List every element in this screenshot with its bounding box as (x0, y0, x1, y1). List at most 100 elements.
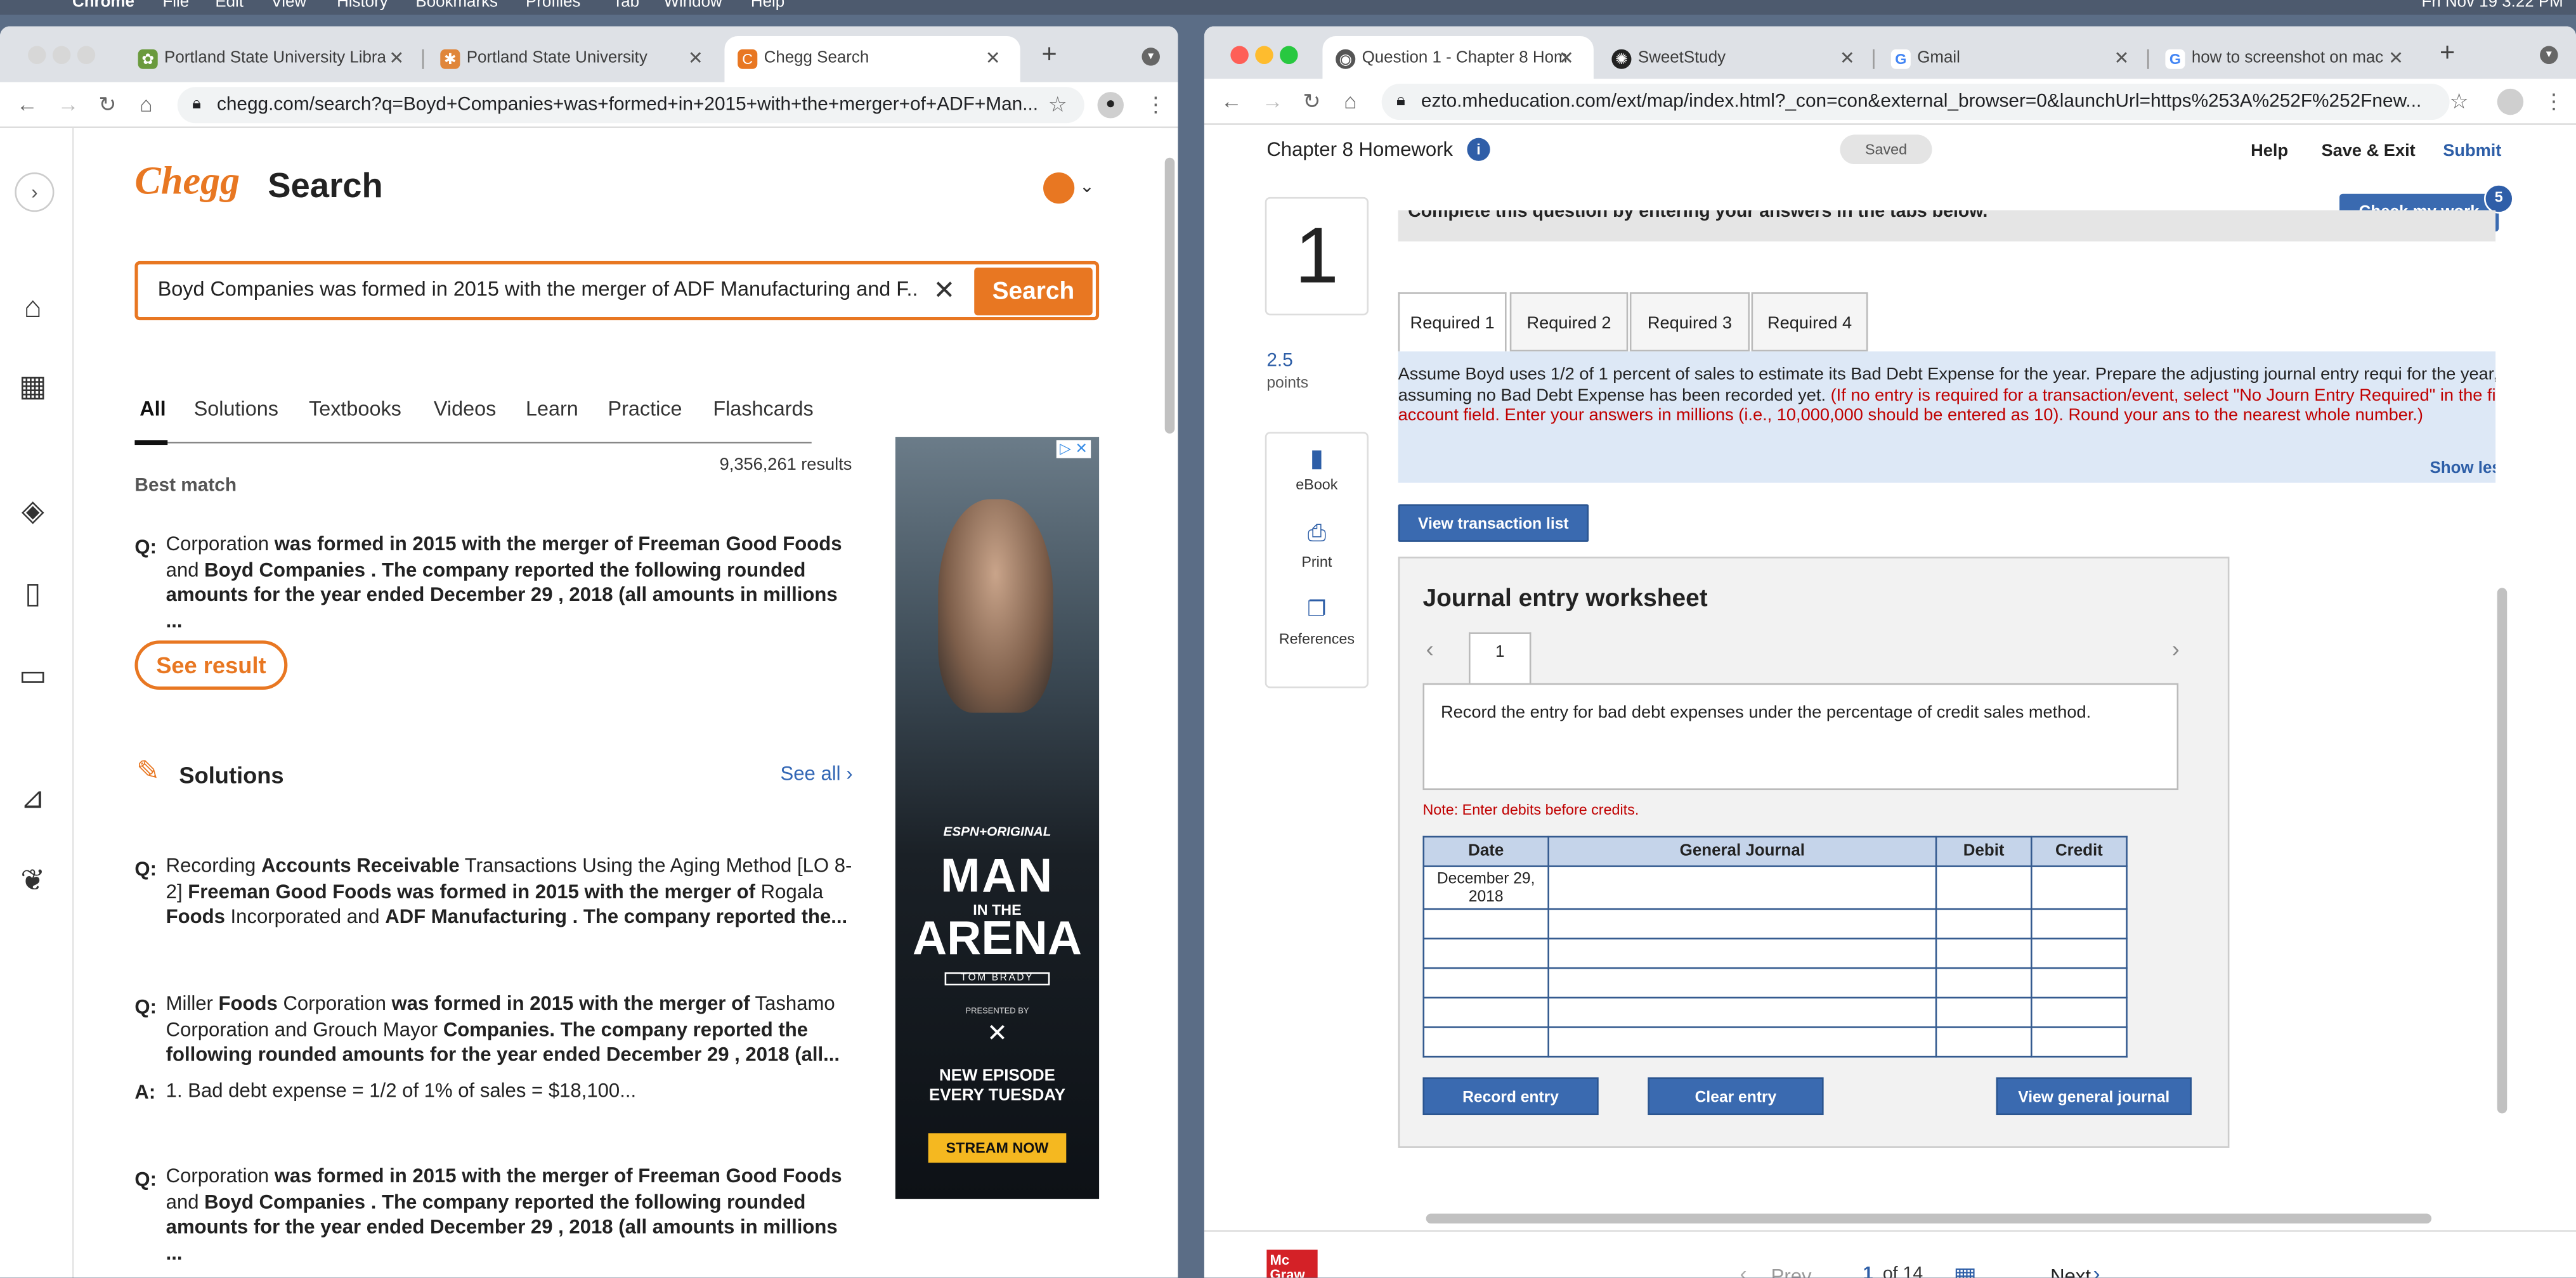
home-icon[interactable]: ⌂ (1344, 89, 1356, 115)
menubar-app[interactable]: Chrome (72, 0, 134, 11)
prev-button[interactable]: Prev (1771, 1265, 1812, 1278)
close-window-button[interactable] (1230, 46, 1249, 65)
chegg-logo[interactable]: Chegg (134, 161, 240, 205)
solution-question-1[interactable]: Recording Accounts Receivable Transactio… (166, 854, 853, 931)
grid-icon[interactable]: ▦ (1953, 1262, 1977, 1277)
menu-window[interactable]: Window (664, 0, 722, 11)
solution-question-2[interactable]: Miller Foods Corporation was formed in 2… (166, 992, 853, 1069)
new-tab-icon[interactable]: + (2440, 39, 2455, 69)
menu-view[interactable]: View (271, 0, 306, 11)
tab-sweetstudy[interactable]: ✺ SweetStudy ✕ (1599, 36, 1875, 82)
search-input[interactable]: Boyd Companies was formed in 2015 with t… (158, 278, 917, 300)
zoom-window-button[interactable] (77, 46, 96, 65)
tab-search-icon[interactable]: ▾ (2540, 46, 2558, 65)
references-label[interactable]: References (1266, 631, 1367, 647)
close-tab-icon[interactable]: ✕ (1840, 36, 1855, 82)
credit-input[interactable] (2030, 865, 2128, 910)
credit-input[interactable] (2030, 997, 2128, 1028)
tab-psu-library[interactable]: ✿ Portland State University Libra ✕ (125, 36, 424, 82)
best-match-question[interactable]: Corporation was formed in 2015 with the … (166, 532, 853, 635)
debit-input[interactable] (1935, 908, 2033, 939)
debit-input[interactable] (1935, 1026, 2033, 1058)
menubar-clock[interactable]: Fri Nov 19 3:22 PM (2422, 0, 2563, 11)
close-tab-icon[interactable]: ✕ (2388, 36, 2404, 82)
minimize-window-button[interactable] (52, 46, 71, 65)
close-tab-icon[interactable]: ✕ (2114, 36, 2130, 82)
close-tab-icon[interactable]: ✕ (389, 36, 404, 82)
tab-chegg-search[interactable]: C Chegg Search ✕ (724, 36, 1020, 82)
account-select[interactable] (1547, 865, 1937, 910)
credit-input[interactable] (2030, 1026, 2128, 1058)
filter-textbooks[interactable]: Textbooks (309, 397, 401, 420)
clear-entry-button[interactable]: Clear entry (1648, 1077, 1824, 1116)
menu-kebab-icon[interactable]: ⋮ (2543, 89, 2565, 115)
menu-profiles[interactable]: Profiles (526, 0, 580, 11)
tab-search-icon[interactable]: ▾ (1142, 48, 1160, 66)
next-button[interactable]: Next (2050, 1265, 2091, 1278)
chevron-down-icon[interactable]: ⌄ (1079, 176, 1095, 197)
layers-icon[interactable]: ◈ (15, 493, 51, 529)
ebook-icon[interactable]: ▮ (1266, 443, 1367, 473)
chevron-right-icon[interactable]: › (2093, 1262, 2100, 1278)
tab-question-1[interactable]: ◉ Question 1 - Chapter 8 Hom ✕ (1322, 36, 1594, 82)
info-icon[interactable]: i (1467, 138, 1490, 161)
record-entry-button[interactable]: Record entry (1422, 1077, 1599, 1116)
clear-search-icon[interactable]: ✕ (933, 274, 955, 307)
help-link[interactable]: Help (2251, 141, 2288, 161)
bookmark-star-icon[interactable]: ☆ (2450, 89, 2469, 115)
credit-input[interactable] (2030, 908, 2128, 939)
tab-how-to-screenshot[interactable]: G how to screenshot on mac ✕ (2152, 36, 2423, 82)
filter-solutions[interactable]: Solutions (194, 397, 278, 420)
save-exit-link[interactable]: Save & Exit (2322, 141, 2416, 161)
zoom-window-button[interactable] (1280, 46, 1298, 65)
back-icon[interactable]: ← (1221, 89, 1242, 115)
print-icon[interactable]: ⎙ (1266, 519, 1367, 547)
close-tab-icon[interactable]: ✕ (986, 36, 1001, 82)
reload-icon[interactable]: ↻ (98, 92, 116, 118)
tab-psu[interactable]: ✱ Portland State University ✕ (427, 36, 723, 82)
filter-learn[interactable]: Learn (526, 397, 578, 420)
debit-input[interactable] (1935, 865, 2033, 910)
steps-icon[interactable]: ⊿ (15, 780, 51, 816)
adchoices-icon[interactable]: ▷ ✕ (1056, 440, 1091, 458)
address-bar[interactable]: 🔒︎ chegg.com/search?q=Boyd+Companies+was… (177, 87, 1084, 124)
plant-icon[interactable]: ❦ (15, 862, 51, 898)
search-button[interactable]: Search (974, 268, 1093, 316)
account-select[interactable] (1547, 967, 1937, 999)
filter-flashcards[interactable]: Flashcards (713, 397, 813, 420)
filter-videos[interactable]: Videos (434, 397, 496, 420)
address-bar[interactable]: 🔒︎ ezto.mheducation.com/ext/map/index.ht… (1381, 84, 2450, 120)
filter-all[interactable]: All (140, 397, 166, 420)
debit-input[interactable] (1935, 938, 2033, 969)
expand-rail-icon[interactable]: › (15, 172, 55, 212)
ad-stream-now-button[interactable]: STREAM NOW (928, 1133, 1067, 1163)
print-label[interactable]: Print (1266, 553, 1367, 570)
menu-history[interactable]: History (337, 0, 388, 11)
submit-link[interactable]: Submit (2443, 141, 2501, 161)
tab-required-2[interactable]: Required 2 (1509, 292, 1629, 352)
chevron-left-icon[interactable]: ‹ (1426, 636, 1434, 662)
bookmark-star-icon[interactable]: ☆ (1048, 92, 1067, 118)
debit-input[interactable] (1935, 967, 2033, 999)
entry-tab-1[interactable]: 1 (1468, 632, 1532, 685)
credit-input[interactable] (2030, 967, 2128, 999)
menu-file[interactable]: File (162, 0, 189, 11)
home-icon[interactable]: ⌂ (140, 92, 152, 118)
credit-input[interactable] (2030, 938, 2128, 969)
profile-icon[interactable]: ● (1097, 92, 1124, 119)
account-select[interactable] (1547, 997, 1937, 1028)
left-page-scrollbar[interactable] (1164, 157, 1175, 434)
menu-tab[interactable]: Tab (613, 0, 639, 11)
filter-practice[interactable]: Practice (608, 397, 682, 420)
new-tab-icon[interactable]: + (1041, 41, 1057, 71)
chevron-right-icon[interactable]: › (2172, 636, 2180, 662)
see-result-button[interactable]: See result (134, 640, 288, 690)
panel-vertical-scrollbar[interactable] (2497, 588, 2508, 1114)
menu-help[interactable]: Help (751, 0, 784, 11)
forward-icon[interactable]: → (1262, 89, 1284, 115)
page-current[interactable]: 1 (1863, 1265, 1873, 1278)
close-tab-icon[interactable]: ✕ (1559, 36, 1574, 82)
references-icon[interactable]: ❐ (1266, 596, 1367, 622)
close-window-button[interactable] (28, 46, 46, 65)
chevron-left-icon[interactable]: ‹ (1740, 1262, 1747, 1278)
